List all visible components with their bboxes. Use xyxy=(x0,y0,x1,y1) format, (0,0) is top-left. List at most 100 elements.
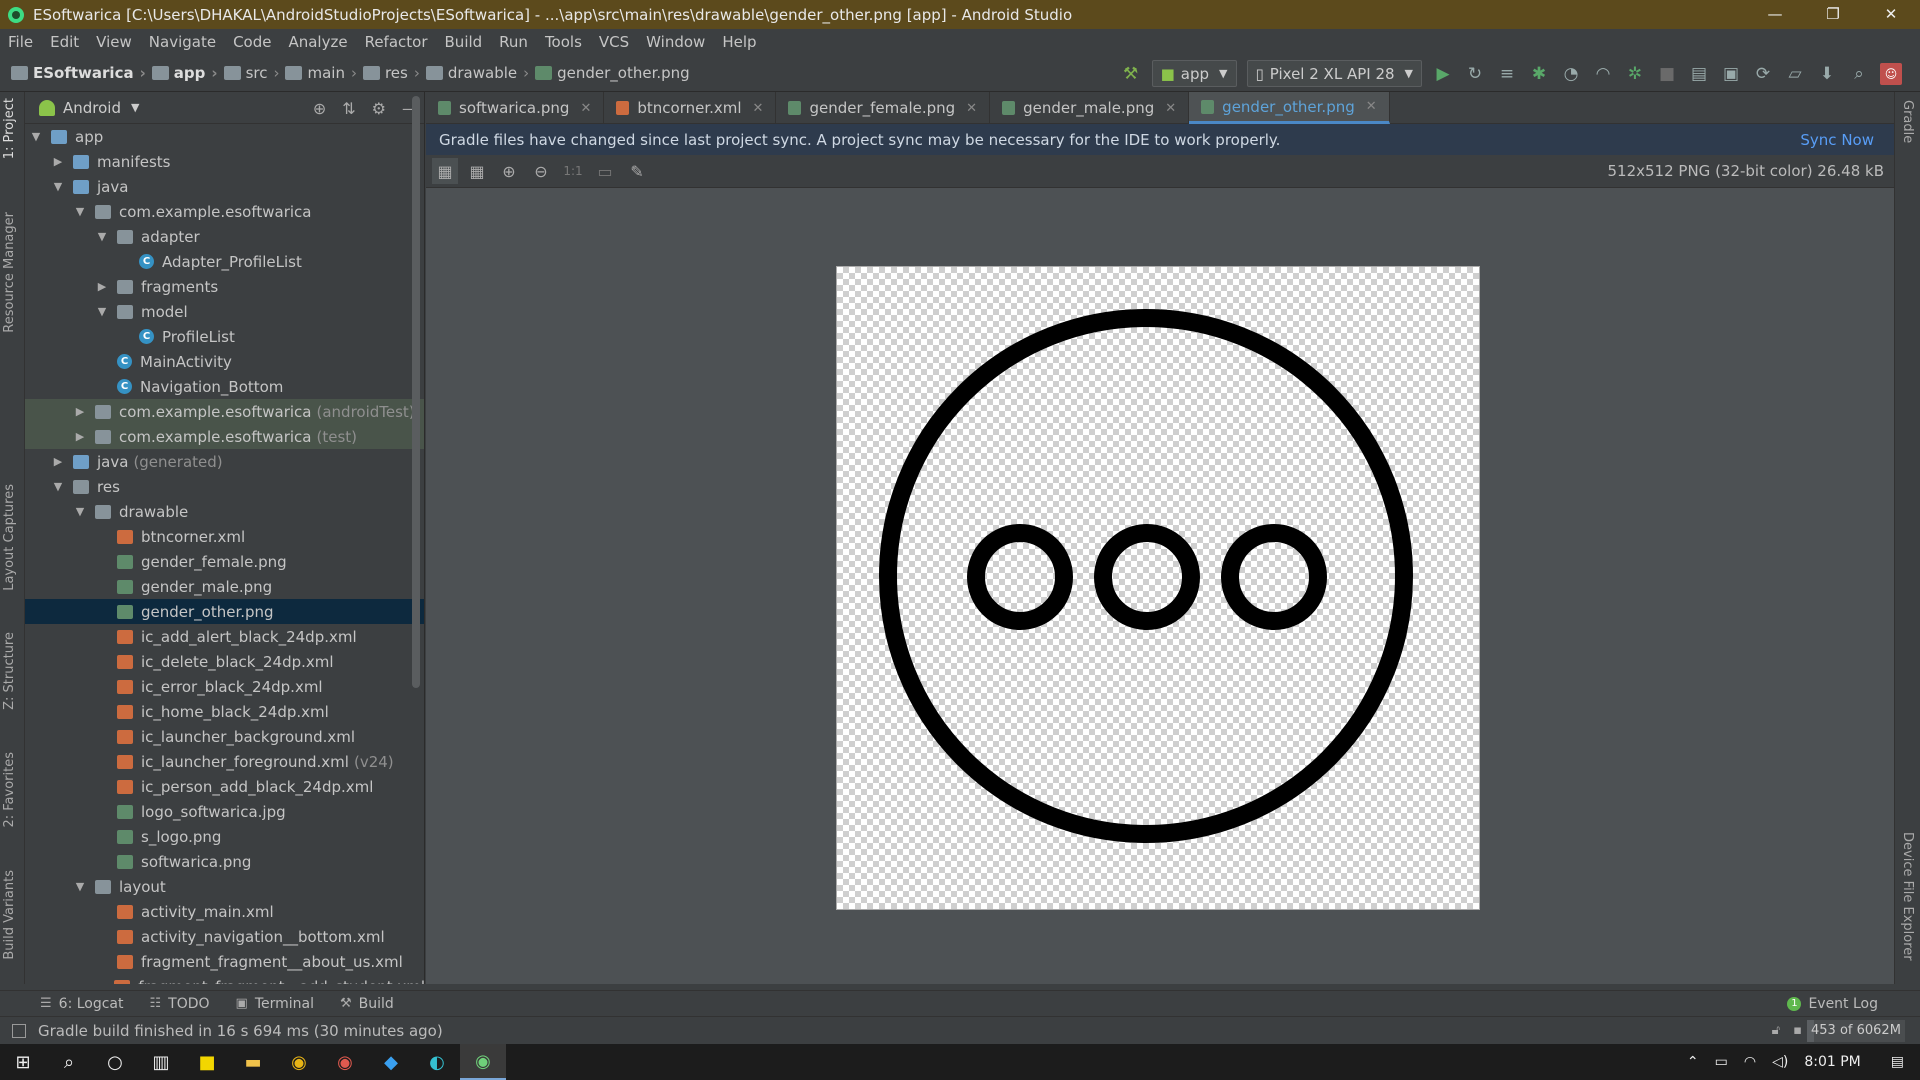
menu-window[interactable]: Window xyxy=(646,33,705,51)
breadcrumb-item[interactable]: src › xyxy=(223,64,279,82)
stop-icon[interactable]: ■ xyxy=(1656,63,1678,85)
tree-item[interactable]: gender_female.png xyxy=(25,549,424,574)
rerun-icon[interactable]: ↻ xyxy=(1464,63,1486,85)
chevron-down-icon[interactable]: ▼ xyxy=(73,505,87,518)
tree-item[interactable]: ▼ drawable xyxy=(25,499,424,524)
project-structure-icon[interactable]: ▤ xyxy=(1688,63,1710,85)
chevron-down-icon[interactable]: ▼ xyxy=(51,180,65,193)
tree-item[interactable]: softwarica.png xyxy=(25,849,424,874)
search-icon[interactable]: ⌕ xyxy=(46,1044,92,1080)
menu-help[interactable]: Help xyxy=(722,33,756,51)
menu-analyze[interactable]: Analyze xyxy=(288,33,347,51)
tree-item[interactable]: ic_launcher_background.xml xyxy=(25,724,424,749)
tab-project[interactable]: 1: Project xyxy=(2,98,17,159)
editor-tab[interactable]: softwarica.png ✕ xyxy=(426,92,605,124)
close-icon[interactable]: ✕ xyxy=(1165,101,1176,116)
breadcrumb-item[interactable]: ESoftwarica › xyxy=(11,64,146,82)
tree-item[interactable]: ▼ layout xyxy=(25,874,424,899)
menu-code[interactable]: Code xyxy=(233,33,271,51)
tree-item[interactable]: gender_male.png xyxy=(25,574,424,599)
apply-changes-icon[interactable]: ≡ xyxy=(1496,63,1518,85)
maximize-button[interactable]: ❐ xyxy=(1804,0,1862,29)
zoom-out-icon[interactable]: ⊖ xyxy=(528,158,554,184)
close-button[interactable]: ✕ xyxy=(1862,0,1920,29)
file-explorer-icon[interactable]: ▬ xyxy=(230,1044,276,1080)
tree-item[interactable]: ▼ app xyxy=(25,124,424,149)
chrome-canary-icon[interactable]: ◉ xyxy=(276,1044,322,1080)
chevron-down-icon[interactable]: ▼ xyxy=(73,205,87,218)
tree-item[interactable]: C ProfileList xyxy=(25,324,424,349)
build-tab[interactable]: ⚒ Build xyxy=(340,996,394,1012)
close-icon[interactable]: ✕ xyxy=(580,101,591,116)
search-icon[interactable]: ⌕ xyxy=(1848,63,1870,85)
tree-item[interactable]: ▶ com.example.esoftwarica (test) xyxy=(25,424,424,449)
wifi-icon[interactable]: ◠ xyxy=(1744,1054,1756,1070)
terminal-tab[interactable]: ▣ Terminal xyxy=(236,996,314,1012)
tree-item[interactable]: fragment_fragment__about_us.xml xyxy=(25,949,424,974)
tab-layout-captures[interactable]: Layout Captures xyxy=(2,484,17,591)
hammer-icon[interactable]: ⚒ xyxy=(1120,63,1142,85)
breadcrumb-item[interactable]: drawable › xyxy=(425,64,529,82)
memory-indicator[interactable]: 453 of 6062M xyxy=(1807,1019,1905,1042)
logcat-tab[interactable]: ☰ 6: Logcat xyxy=(40,996,124,1012)
tree-item[interactable]: s_logo.png xyxy=(25,824,424,849)
task-view-icon[interactable]: ▥ xyxy=(138,1044,184,1080)
windows-start-icon[interactable]: ⊞ xyxy=(0,1044,46,1080)
tree-item[interactable]: gender_other.png xyxy=(25,599,424,624)
tree-item[interactable]: ▶ java (generated) xyxy=(25,449,424,474)
avd-manager-icon[interactable]: ▱ xyxy=(1784,63,1806,85)
chevron-up-icon[interactable]: ⌃ xyxy=(1687,1054,1699,1070)
clock[interactable]: 8:01 PM xyxy=(1804,1054,1860,1070)
tree-item[interactable]: ic_launcher_foreground.xml (v24) xyxy=(25,749,424,774)
tree-item[interactable]: ic_delete_black_24dp.xml xyxy=(25,649,424,674)
breadcrumb-item[interactable]: main › xyxy=(285,64,357,82)
battery-icon[interactable]: ▭ xyxy=(1715,1054,1728,1070)
grid-toggle-icon[interactable]: ▦ xyxy=(464,158,490,184)
tree-item[interactable]: ▼ res xyxy=(25,474,424,499)
tab-resource-manager[interactable]: Resource Manager xyxy=(2,212,17,333)
menu-refactor[interactable]: Refactor xyxy=(365,33,428,51)
chevron-down-icon[interactable]: ▼ xyxy=(51,480,65,493)
zoom-in-icon[interactable]: ⊕ xyxy=(496,158,522,184)
close-icon[interactable]: ✕ xyxy=(753,101,764,116)
tree-item[interactable]: logo_softwarica.jpg xyxy=(25,799,424,824)
chevron-right-icon[interactable]: ▶ xyxy=(51,155,65,168)
status-toggle-icon[interactable] xyxy=(12,1023,26,1038)
tree-item[interactable]: ic_person_add_black_24dp.xml xyxy=(25,774,424,799)
tab-structure[interactable]: Z: Structure xyxy=(2,632,17,710)
breadcrumb-item[interactable]: res › xyxy=(362,64,420,82)
chevron-right-icon[interactable]: ▶ xyxy=(73,405,87,418)
sticky-notes-icon[interactable]: ■ xyxy=(184,1044,230,1080)
tree-item[interactable]: ic_home_black_24dp.xml xyxy=(25,699,424,724)
tree-scrollbar[interactable] xyxy=(412,96,420,688)
tree-item[interactable]: C MainActivity xyxy=(25,349,424,374)
minimize-button[interactable]: — xyxy=(1746,0,1804,29)
chevron-down-icon[interactable]: ▼ xyxy=(29,130,43,143)
editor-tab[interactable]: gender_other.png ✕ xyxy=(1189,92,1390,124)
coverage-icon[interactable]: ◔ xyxy=(1560,63,1582,85)
tree-item[interactable]: C Adapter_ProfileList xyxy=(25,249,424,274)
tree-item[interactable]: ▶ manifests xyxy=(25,149,424,174)
menu-build[interactable]: Build xyxy=(445,33,483,51)
tree-item[interactable]: btncorner.xml xyxy=(25,524,424,549)
tree-item[interactable]: activity_navigation__bottom.xml xyxy=(25,924,424,949)
tree-item[interactable]: activity_main.xml xyxy=(25,899,424,924)
chevron-down-icon[interactable]: ▼ xyxy=(73,880,87,893)
chevron-down-icon[interactable]: ▼ xyxy=(95,230,109,243)
menu-tools[interactable]: Tools xyxy=(545,33,582,51)
chevron-right-icon[interactable]: ▶ xyxy=(51,455,65,468)
editor-tab[interactable]: gender_male.png ✕ xyxy=(990,92,1190,124)
tree-item[interactable]: ▶ fragments xyxy=(25,274,424,299)
tree-item[interactable]: fragment_fragment__add_student.xml xyxy=(25,974,424,984)
breadcrumb-item[interactable]: gender_other.png xyxy=(535,64,690,82)
vscode-icon[interactable]: ◆ xyxy=(368,1044,414,1080)
layout-inspector-icon[interactable]: ▣ xyxy=(1720,63,1742,85)
breadcrumb-item[interactable]: app › xyxy=(151,64,218,82)
gear-icon[interactable]: ⚙ xyxy=(372,99,386,118)
tree-item[interactable]: ▼ com.example.esoftwarica xyxy=(25,199,424,224)
chevron-down-icon[interactable]: ▼ xyxy=(131,101,139,114)
tree-item[interactable]: ▼ java xyxy=(25,174,424,199)
edge-icon[interactable]: ◐ xyxy=(414,1044,460,1080)
tree-item[interactable]: ▼ model xyxy=(25,299,424,324)
todo-tab[interactable]: ☷ TODO xyxy=(150,996,210,1012)
